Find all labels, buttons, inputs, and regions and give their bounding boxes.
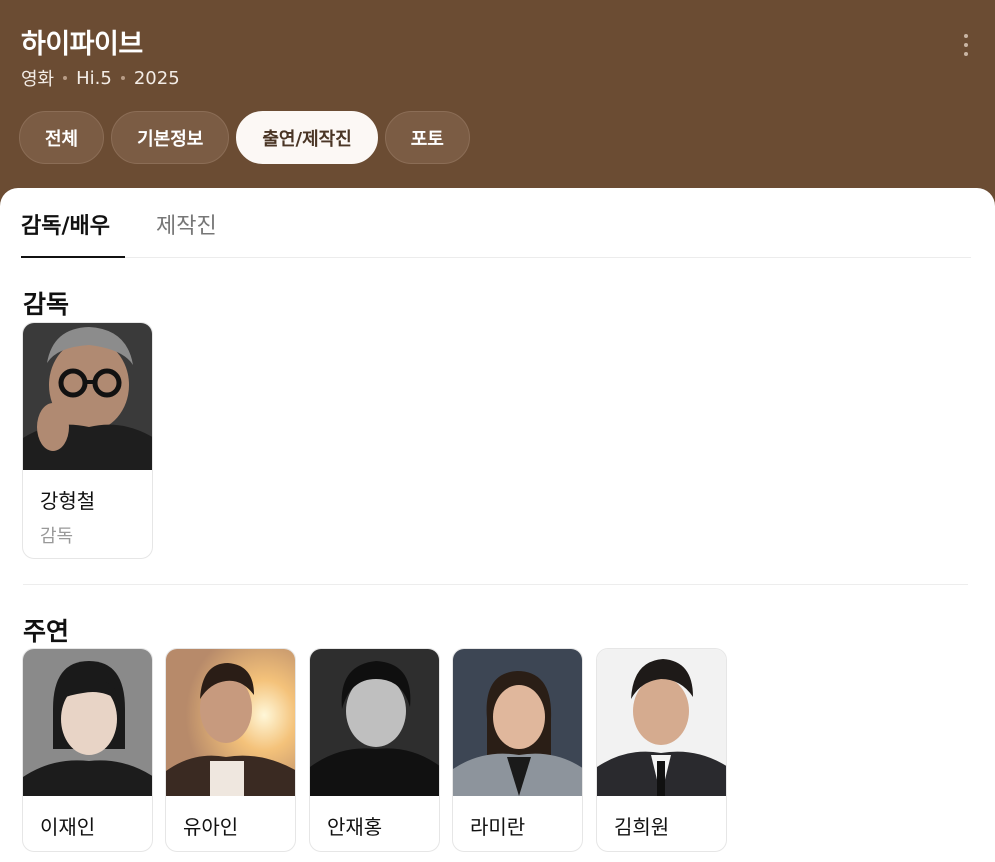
section-title-director: 감독 <box>23 290 70 319</box>
person-name: 김희원 <box>614 815 670 839</box>
person-card-lead-1[interactable]: 이재인 <box>22 648 153 852</box>
meta-year: 2025 <box>133 67 180 89</box>
person-role: 감독 <box>40 526 74 547</box>
person-photo <box>23 649 152 796</box>
tab-all[interactable]: 전체 <box>19 111 105 164</box>
meta-separator-icon <box>120 76 125 80</box>
person-photo <box>597 649 726 796</box>
meta-separator-icon <box>63 76 68 80</box>
meta-english-title: Hi.5 <box>76 67 112 89</box>
page-title: 하이파이브 <box>21 29 143 60</box>
person-name: 유아인 <box>183 815 239 839</box>
person-card-lead-5[interactable]: 김희원 <box>596 648 727 852</box>
subtab-director-actor[interactable]: 감독/배우 <box>21 208 110 240</box>
tab-photo[interactable]: 포토 <box>384 111 470 164</box>
main-tabs: 전체 기본정보 출연/제작진 포토 <box>19 111 477 164</box>
header: 하이파이브 영화 Hi.5 2025 전체 기본정보 출연/제작진 포토 <box>0 0 995 200</box>
active-subtab-indicator <box>21 256 125 258</box>
meta-type: 영화 <box>21 69 55 90</box>
person-photo <box>453 649 582 796</box>
person-photo <box>23 323 152 470</box>
section-divider <box>23 584 968 585</box>
person-card-lead-2[interactable]: 유아인 <box>165 648 296 852</box>
movie-meta: 영화 Hi.5 2025 <box>21 65 180 91</box>
vertical-ellipsis-icon[interactable] <box>958 34 974 56</box>
person-name: 이재인 <box>40 815 96 839</box>
person-photo <box>310 649 439 796</box>
tab-cast-crew[interactable]: 출연/제작진 <box>236 111 378 164</box>
person-name: 라미란 <box>470 815 526 839</box>
content-panel: 감독/배우 제작진 감독 강형철 감독 주연 이재인 유아인 안재홍 라미란 김… <box>0 188 995 862</box>
tab-basic-info[interactable]: 기본정보 <box>111 111 230 164</box>
person-card-lead-3[interactable]: 안재홍 <box>309 648 440 852</box>
person-name: 안재홍 <box>327 815 383 839</box>
person-card-lead-4[interactable]: 라미란 <box>452 648 583 852</box>
subtab-crew[interactable]: 제작진 <box>156 208 217 240</box>
person-photo <box>166 649 295 796</box>
person-name: 강형철 <box>40 489 96 513</box>
sub-tabs: 감독/배우 제작진 <box>21 188 971 258</box>
person-card-director[interactable]: 강형철 감독 <box>22 322 153 559</box>
section-title-lead: 주연 <box>23 617 70 646</box>
